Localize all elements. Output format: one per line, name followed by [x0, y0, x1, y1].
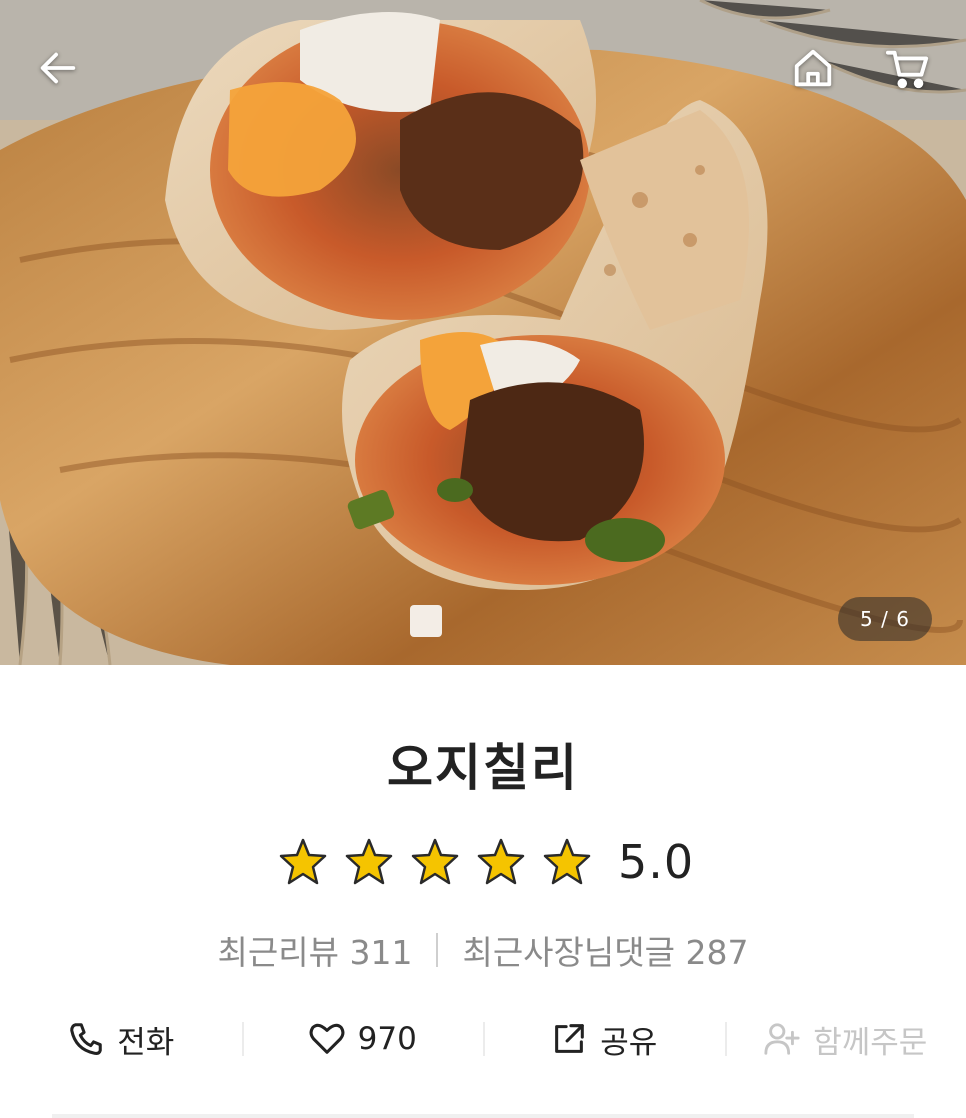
owner-replies-link[interactable]: 최근사장님댓글 287	[462, 926, 748, 974]
star-icon	[476, 837, 526, 887]
recent-reviews-link[interactable]: 최근리뷰 311	[218, 926, 413, 974]
call-button[interactable]: 전화	[0, 1008, 242, 1070]
rating[interactable]: 5.0	[278, 833, 694, 891]
back-arrow-icon	[40, 52, 76, 84]
call-label: 전화	[117, 1024, 175, 1061]
group-order-label: 함께주문	[813, 1024, 928, 1061]
divider	[436, 933, 439, 967]
share-button[interactable]: 공유	[483, 1008, 725, 1070]
share-label: 공유	[600, 1024, 658, 1061]
review-summary: 최근리뷰 311 최근사장님댓글 287	[0, 926, 966, 974]
add-person-icon	[764, 1023, 800, 1055]
phone-icon	[70, 1023, 102, 1055]
star-icon	[542, 837, 592, 887]
like-count: 970	[357, 1021, 417, 1057]
hero-image[interactable]: 5 / 6	[0, 0, 966, 665]
share-icon	[555, 1024, 585, 1053]
home-button[interactable]	[785, 40, 841, 96]
store-name: 오지칠리	[387, 739, 579, 797]
cart-button[interactable]	[880, 40, 936, 96]
group-order-button[interactable]: 함께주문	[724, 1008, 966, 1070]
rating-value: 5.0	[618, 835, 695, 889]
section-divider	[52, 1114, 914, 1118]
star-icon	[278, 837, 328, 887]
like-button[interactable]: 970	[241, 1008, 484, 1070]
image-page-counter: 5 / 6	[838, 597, 932, 641]
heart-icon	[309, 1023, 345, 1054]
home-icon	[794, 49, 832, 87]
back-button[interactable]	[30, 40, 86, 96]
star-icon	[410, 837, 460, 887]
action-bar: 전화 970 공유 함께주문	[0, 1008, 966, 1070]
burrito-photo	[0, 0, 966, 665]
star-icon	[344, 837, 394, 887]
cart-icon	[885, 50, 929, 89]
